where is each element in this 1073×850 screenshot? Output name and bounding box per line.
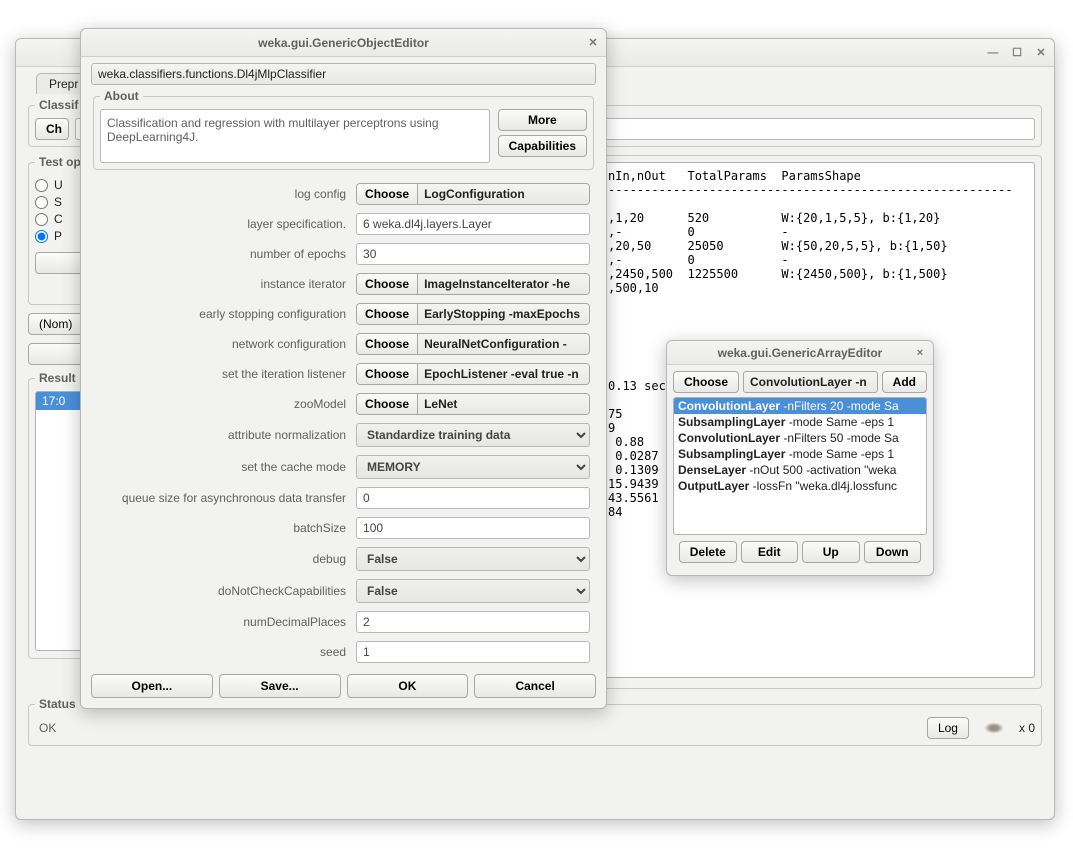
param-select[interactable]: False xyxy=(356,579,590,603)
classifier-legend: Classif xyxy=(35,98,82,112)
gae-current-value[interactable]: ConvolutionLayer -n xyxy=(743,371,878,393)
about-text: Classification and regression with multi… xyxy=(100,109,490,163)
gae-down-button[interactable]: Down xyxy=(864,541,922,563)
param-label: log config xyxy=(93,180,350,208)
param-select[interactable]: MEMORY xyxy=(356,455,590,479)
about-legend: About xyxy=(100,89,143,103)
goe-class-path[interactable]: weka.classifiers.functions.Dl4jMlpClassi… xyxy=(91,63,596,85)
close-icon[interactable]: × xyxy=(913,346,927,360)
param-label: instance iterator xyxy=(93,270,350,298)
choose-button[interactable]: Choose xyxy=(357,184,418,204)
param-label: layer specification. xyxy=(93,210,350,238)
radio-label: S xyxy=(54,195,62,209)
generic-object-editor-window: weka.gui.GenericObjectEditor ✕ weka.clas… xyxy=(80,28,607,709)
radio-input[interactable] xyxy=(35,196,48,209)
more-button[interactable]: More xyxy=(498,109,587,131)
param-label: seed xyxy=(93,638,350,666)
test-options-legend: Test op xyxy=(35,155,85,169)
open-button[interactable]: Open... xyxy=(91,674,213,698)
cancel-button[interactable]: Cancel xyxy=(474,674,596,698)
radio-label: C xyxy=(54,212,63,226)
param-input[interactable] xyxy=(356,213,590,235)
param-input[interactable] xyxy=(356,517,590,539)
weka-bird-icon xyxy=(979,718,1009,738)
param-label: numDecimalPlaces xyxy=(93,608,350,636)
status-text: OK xyxy=(35,718,921,738)
layer-list-item[interactable]: DenseLayer -nOut 500 -activation "weka xyxy=(674,462,926,478)
minimize-icon[interactable]: — xyxy=(986,46,1000,60)
gae-add-button[interactable]: Add xyxy=(882,371,927,393)
param-chooser[interactable]: Choose NeuralNetConfiguration - xyxy=(356,333,590,355)
param-label: set the iteration listener xyxy=(93,360,350,388)
close-icon[interactable]: ✕ xyxy=(1034,46,1048,60)
param-label: early stopping configuration xyxy=(93,300,350,328)
param-input[interactable] xyxy=(356,611,590,633)
param-label: number of epochs xyxy=(93,240,350,268)
maximize-icon[interactable]: ☐ xyxy=(1010,46,1024,60)
radio-input[interactable] xyxy=(35,179,48,192)
ok-button[interactable]: OK xyxy=(347,674,469,698)
param-label: zooModel xyxy=(93,390,350,418)
param-value[interactable]: NeuralNetConfiguration - xyxy=(418,334,589,354)
choose-button[interactable]: Choose xyxy=(357,274,418,294)
param-label: queue size for asynchronous data transfe… xyxy=(93,484,350,512)
gae-choose-button[interactable]: Choose xyxy=(673,371,739,393)
param-select[interactable]: Standardize training data xyxy=(356,423,590,447)
param-label: network configuration xyxy=(93,330,350,358)
layer-list-item[interactable]: SubsamplingLayer -mode Same -eps 1 xyxy=(674,446,926,462)
param-chooser[interactable]: Choose LogConfiguration xyxy=(356,183,590,205)
param-select[interactable]: False xyxy=(356,547,590,571)
gae-up-button[interactable]: Up xyxy=(802,541,860,563)
param-value[interactable]: EpochListener -eval true -n xyxy=(418,364,589,384)
generic-array-editor-window: weka.gui.GenericArrayEditor × Choose Con… xyxy=(666,340,934,576)
about-fieldset: About Classification and regression with… xyxy=(93,89,594,170)
param-chooser[interactable]: Choose EpochListener -eval true -n xyxy=(356,363,590,385)
gae-edit-button[interactable]: Edit xyxy=(741,541,799,563)
choose-button[interactable]: Choose xyxy=(357,304,418,324)
gae-titlebar: weka.gui.GenericArrayEditor × xyxy=(667,341,933,365)
param-label: doNotCheckCapabilities xyxy=(93,576,350,606)
gae-title: weka.gui.GenericArrayEditor xyxy=(718,346,883,360)
layer-list-item[interactable]: SubsamplingLayer -mode Same -eps 1 xyxy=(674,414,926,430)
goe-title: weka.gui.GenericObjectEditor xyxy=(258,36,429,50)
radio-label: U xyxy=(54,178,63,192)
param-input[interactable] xyxy=(356,641,590,663)
layer-list-item[interactable]: OutputLayer -lossFn "weka.dl4j.lossfunc xyxy=(674,478,926,494)
param-value[interactable]: LeNet xyxy=(418,394,589,414)
param-input[interactable] xyxy=(356,487,590,509)
layer-list-item[interactable]: ConvolutionLayer -nFilters 20 -mode Sa xyxy=(674,398,926,414)
param-chooser[interactable]: Choose EarlyStopping -maxEpochs xyxy=(356,303,590,325)
gae-layer-list[interactable]: ConvolutionLayer -nFilters 20 -mode SaSu… xyxy=(673,397,927,535)
param-value[interactable]: ImageInstanceIterator -he xyxy=(418,274,589,294)
save-button[interactable]: Save... xyxy=(219,674,341,698)
radio-input[interactable] xyxy=(35,213,48,226)
choose-button[interactable]: Choose xyxy=(357,364,418,384)
capabilities-button[interactable]: Capabilities xyxy=(498,135,587,157)
log-button[interactable]: Log xyxy=(927,717,969,739)
param-value[interactable]: EarlyStopping -maxEpochs xyxy=(418,304,589,324)
radio-label: P xyxy=(54,229,62,243)
result-list-legend: Result xyxy=(35,371,80,385)
layer-list-item[interactable]: ConvolutionLayer -nFilters 50 -mode Sa xyxy=(674,430,926,446)
choose-button[interactable]: Choose xyxy=(357,394,418,414)
radio-input[interactable] xyxy=(35,230,48,243)
param-value[interactable]: LogConfiguration xyxy=(418,184,589,204)
nom-class-button[interactable]: (Nom) xyxy=(28,313,83,335)
param-chooser[interactable]: Choose LeNet xyxy=(356,393,590,415)
param-label: batchSize xyxy=(93,514,350,542)
close-icon[interactable]: ✕ xyxy=(586,36,600,50)
param-label: attribute normalization xyxy=(93,420,350,450)
param-label: debug xyxy=(93,544,350,574)
param-label: set the cache mode xyxy=(93,452,350,482)
log-count: x 0 xyxy=(1019,721,1035,735)
choose-button[interactable]: Choose xyxy=(357,334,418,354)
choose-classifier-button[interactable]: Ch xyxy=(35,118,69,140)
param-input[interactable] xyxy=(356,243,590,265)
param-chooser[interactable]: Choose ImageInstanceIterator -he xyxy=(356,273,590,295)
goe-titlebar: weka.gui.GenericObjectEditor ✕ xyxy=(81,29,606,57)
status-legend: Status xyxy=(35,697,80,711)
gae-delete-button[interactable]: Delete xyxy=(679,541,737,563)
